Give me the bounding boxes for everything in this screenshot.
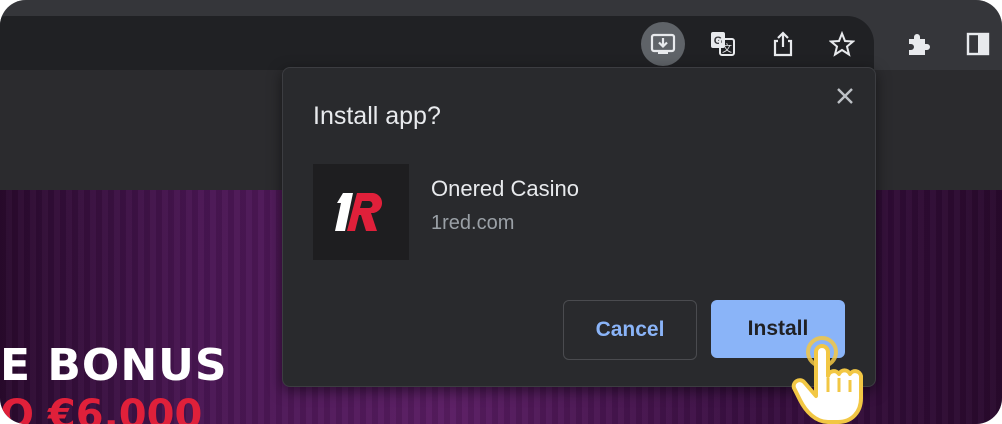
translate-icon[interactable]: G 文: [701, 22, 745, 66]
browser-window: G 文 E BONUS O €6,000 Install app? Onered…: [0, 0, 1002, 424]
app-logo: [313, 164, 409, 260]
extensions-puzzle-icon[interactable]: [896, 22, 940, 66]
app-logo-mark: [335, 193, 383, 231]
cancel-button[interactable]: Cancel: [563, 300, 697, 360]
dialog-title: Install app?: [313, 102, 441, 130]
app-name: Onered Casino: [431, 176, 579, 201]
install-app-icon[interactable]: [641, 22, 685, 66]
banner-amount: O €6,000: [0, 392, 203, 424]
browser-toolbar: G 文: [0, 0, 1002, 70]
svg-text:文: 文: [722, 42, 732, 55]
side-panel-icon[interactable]: [956, 22, 1000, 66]
share-icon[interactable]: [761, 22, 805, 66]
pointer-hand-icon: [791, 336, 863, 424]
install-app-dialog: Install app? Onered Casino 1red.com Canc…: [282, 67, 876, 387]
banner-title: E BONUS: [0, 340, 228, 391]
app-domain: 1red.com: [431, 212, 515, 234]
bookmark-star-icon[interactable]: [820, 22, 864, 66]
close-icon[interactable]: [831, 82, 859, 110]
